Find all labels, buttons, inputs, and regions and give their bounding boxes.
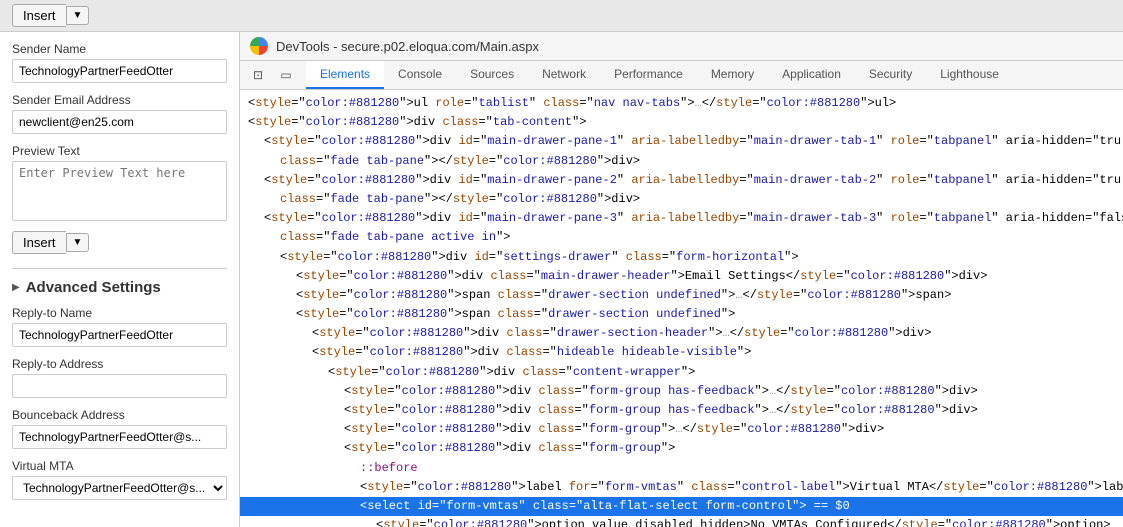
- code-text: class="fade tab-pane"></style="color:#88…: [280, 152, 640, 171]
- code-line: <style="color:#881280">div class="conten…: [240, 363, 1123, 382]
- insert-button[interactable]: Insert: [12, 4, 66, 27]
- preview-text-label: Preview Text: [12, 144, 227, 158]
- code-line: <style="color:#881280">span class="drawe…: [240, 286, 1123, 305]
- tab-sources[interactable]: Sources: [456, 61, 528, 89]
- tab-network[interactable]: Network: [528, 61, 600, 89]
- code-text: <style="color:#881280">div class="form-g…: [344, 439, 675, 458]
- code-text: ::before: [360, 459, 418, 478]
- insert-button-wrapper2[interactable]: Insert ▼: [12, 231, 89, 254]
- code-text: <style="color:#881280">div class="tab-co…: [248, 113, 587, 132]
- devtools-tabs-bar: ⊡ ▭ Elements Console Sources Network Per…: [240, 61, 1123, 90]
- tab-lighthouse[interactable]: Lighthouse: [926, 61, 1013, 89]
- code-line: <style="color:#881280">div class="form-g…: [240, 382, 1123, 401]
- virtual-mta-group: Virtual MTA TechnologyPartnerFeedOtter@s…: [12, 459, 227, 500]
- reply-to-address-label: Reply-to Address: [12, 357, 227, 371]
- reply-to-address-input[interactable]: [12, 374, 227, 398]
- code-text: <style="color:#881280">div class="form-g…: [344, 420, 884, 439]
- code-text: <style="color:#881280">div class="form-g…: [344, 382, 978, 401]
- code-line: <style="color:#881280">div id="main-draw…: [240, 209, 1123, 228]
- tab-console[interactable]: Console: [384, 61, 456, 89]
- bounceback-address-input[interactable]: [12, 425, 227, 449]
- code-line: <style="color:#881280">div id="settings-…: [240, 248, 1123, 267]
- code-line: <style="color:#881280">div class="tab-co…: [240, 113, 1123, 132]
- sender-name-group: Sender Name: [12, 42, 227, 83]
- preview-text-input[interactable]: [12, 161, 227, 221]
- reply-to-address-group: Reply-to Address: [12, 357, 227, 398]
- devtools-title: DevTools - secure.p02.eloqua.com/Main.as…: [276, 39, 539, 54]
- code-text: <style="color:#881280">div class="form-g…: [344, 401, 978, 420]
- left-panel: Sender Name Sender Email Address Preview…: [0, 32, 240, 527]
- code-line: <style="color:#881280">div id="main-draw…: [240, 132, 1123, 151]
- sender-email-label: Sender Email Address: [12, 93, 227, 107]
- tab-memory[interactable]: Memory: [697, 61, 768, 89]
- code-text: <style="color:#881280">div class="drawer…: [312, 324, 931, 343]
- bounceback-address-group: Bounceback Address: [12, 408, 227, 449]
- advanced-settings-header[interactable]: ▶ Advanced Settings: [12, 268, 227, 296]
- code-text: <style="color:#881280">div id="main-draw…: [264, 132, 1121, 151]
- advanced-settings-triangle: ▶: [12, 282, 20, 293]
- sender-name-label: Sender Name: [12, 42, 227, 56]
- code-line: <style="color:#881280">label for="form-v…: [240, 478, 1123, 497]
- code-line: class="fade tab-pane"></style="color:#88…: [240, 152, 1123, 171]
- preview-text-group: Preview Text: [12, 144, 227, 221]
- code-line: <style="color:#881280">div class="form-g…: [240, 401, 1123, 420]
- code-line: <style="color:#881280">div class="form-g…: [240, 420, 1123, 439]
- advanced-settings-title: Advanced Settings: [26, 279, 161, 296]
- code-line: <style="color:#881280">span class="drawe…: [240, 305, 1123, 324]
- virtual-mta-select[interactable]: TechnologyPartnerFeedOtter@s...: [12, 476, 227, 500]
- code-text: <style="color:#881280">div class="hideab…: [312, 343, 751, 362]
- code-line: <select id="form-vmtas" class="alta-flat…: [240, 497, 1123, 516]
- virtual-mta-label: Virtual MTA: [12, 459, 227, 473]
- sender-email-input[interactable]: [12, 110, 227, 134]
- chrome-icon: [250, 37, 268, 55]
- top-bar: Insert ▼: [0, 0, 1123, 32]
- code-line: class="fade tab-pane active in">: [240, 228, 1123, 247]
- devtools-tab-icons: ⊡ ▭: [246, 63, 298, 87]
- code-text: class="fade tab-pane"></style="color:#88…: [280, 190, 640, 209]
- code-text: <style="color:#881280">ul role="tablist"…: [248, 94, 896, 113]
- code-line: <style="color:#881280">div class="hideab…: [240, 343, 1123, 362]
- code-text: class="fade tab-pane active in">: [280, 228, 510, 247]
- insert-dropdown-arrow2[interactable]: ▼: [66, 233, 90, 252]
- code-text: <style="color:#881280">option value disa…: [376, 516, 1111, 527]
- code-line: <style="color:#881280">option value disa…: [240, 516, 1123, 527]
- tab-application[interactable]: Application: [768, 61, 855, 89]
- code-line: <style="color:#881280">div class="drawer…: [240, 324, 1123, 343]
- code-line: class="fade tab-pane"></style="color:#88…: [240, 190, 1123, 209]
- code-line: ::before: [240, 459, 1123, 478]
- code-text: <style="color:#881280">div id="settings-…: [280, 248, 799, 267]
- code-text: <style="color:#881280">span class="drawe…: [296, 305, 735, 324]
- sender-name-input[interactable]: [12, 59, 227, 83]
- device-icon-btn[interactable]: ▭: [274, 63, 298, 87]
- code-text: <style="color:#881280">span class="drawe…: [296, 286, 951, 305]
- code-text: <style="color:#881280">div class="conten…: [328, 363, 695, 382]
- insert-button-wrapper[interactable]: Insert ▼: [12, 4, 89, 27]
- tab-performance[interactable]: Performance: [600, 61, 697, 89]
- code-text: <style="color:#881280">div id="main-draw…: [264, 209, 1123, 228]
- devtools-panel: DevTools - secure.p02.eloqua.com/Main.as…: [240, 32, 1123, 527]
- insert-dropdown-arrow[interactable]: ▼: [66, 6, 90, 25]
- sender-email-group: Sender Email Address: [12, 93, 227, 134]
- cursor-icon-btn[interactable]: ⊡: [246, 63, 270, 87]
- tab-security[interactable]: Security: [855, 61, 926, 89]
- code-text: <select id="form-vmtas" class="alta-flat…: [360, 497, 850, 516]
- code-text: <style="color:#881280">div id="main-draw…: [264, 171, 1121, 190]
- code-line: <style="color:#881280">div class="form-g…: [240, 439, 1123, 458]
- reply-to-name-input[interactable]: [12, 323, 227, 347]
- bounceback-address-label: Bounceback Address: [12, 408, 227, 422]
- code-area[interactable]: <style="color:#881280">ul role="tablist"…: [240, 90, 1123, 527]
- code-text: <style="color:#881280">label for="form-v…: [360, 478, 1123, 497]
- insert-button2[interactable]: Insert: [12, 231, 66, 254]
- reply-to-name-label: Reply-to Name: [12, 306, 227, 320]
- code-text: <style="color:#881280">div class="main-d…: [296, 267, 987, 286]
- code-line: <style="color:#881280">div class="main-d…: [240, 267, 1123, 286]
- code-line: <style="color:#881280">div id="main-draw…: [240, 171, 1123, 190]
- tab-elements[interactable]: Elements: [306, 61, 384, 89]
- devtools-title-bar: DevTools - secure.p02.eloqua.com/Main.as…: [240, 32, 1123, 61]
- reply-to-name-group: Reply-to Name: [12, 306, 227, 347]
- code-line: <style="color:#881280">ul role="tablist"…: [240, 94, 1123, 113]
